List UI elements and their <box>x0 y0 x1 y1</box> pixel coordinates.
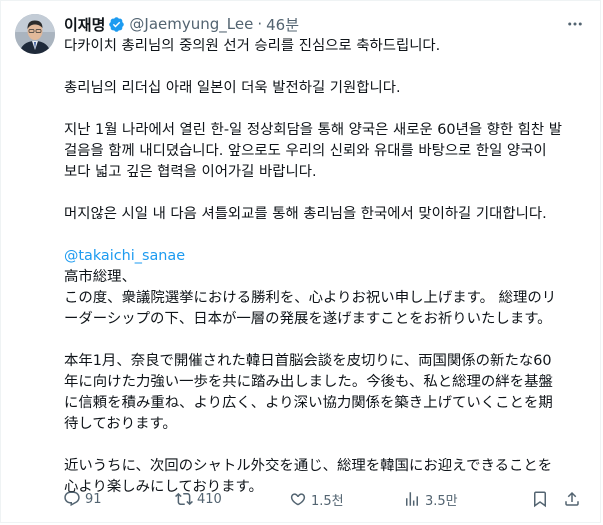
ko-paragraph-2: 총리님의 리더십 아래 일본이 더욱 발전하길 기원합니다. <box>64 80 401 96</box>
avatar[interactable] <box>15 14 55 54</box>
ko-paragraph-4: 머지않은 시일 내 다음 셔틀외교를 통해 총리님을 한국에서 맞이하길 기대합… <box>64 206 547 222</box>
like-count: 1.5천 <box>311 493 344 509</box>
ko-paragraph-3: 지난 1월 나라에서 열린 한-일 정상회담을 통해 양국은 새로운 60년을 … <box>64 122 562 180</box>
action-bar: 91 410 1.5천 3.5만 <box>57 486 587 512</box>
repost-button[interactable]: 410 <box>175 486 222 512</box>
jp-greeting: 高市総理、 <box>64 269 136 285</box>
author-name[interactable]: 이재명 <box>64 14 105 35</box>
tweet-text: 다카이치 총리님의 중의원 선거 승리를 진심으로 축하드립니다. 총리님의 리… <box>64 36 564 498</box>
tweet-card: 이재명 @Jaemyung_Lee · 46분 다카이치 총리님의 중의원 선거… <box>0 0 601 523</box>
ko-paragraph-1: 다카이치 총리님의 중의원 선거 승리를 진심으로 축하드립니다. <box>64 38 441 54</box>
like-button[interactable]: 1.5천 <box>289 486 344 512</box>
bookmark-icon <box>531 490 549 508</box>
tweet-header: 이재명 @Jaemyung_Lee · 46분 <box>64 13 299 35</box>
reply-count: 91 <box>85 491 102 507</box>
repost-count: 410 <box>197 491 222 507</box>
bookmark-button[interactable] <box>531 486 549 512</box>
reply-icon <box>63 490 81 508</box>
timestamp[interactable]: 46분 <box>266 14 299 35</box>
separator-dot: · <box>257 15 263 33</box>
views-button[interactable]: 3.5만 <box>403 486 458 512</box>
views-count: 3.5만 <box>425 493 458 509</box>
avatar-image <box>15 14 55 54</box>
share-button[interactable] <box>563 486 581 512</box>
jp-paragraph-1: この度、衆議院選挙における勝利を、心よりお祝い申し上げます。 総理のリーダーシッ… <box>64 290 557 327</box>
author-handle[interactable]: @Jaemyung_Lee <box>129 15 253 33</box>
more-dots-icon[interactable] <box>564 13 586 35</box>
repost-icon <box>175 490 193 508</box>
heart-icon <box>289 490 307 508</box>
reply-button[interactable]: 91 <box>63 486 102 512</box>
mention-link[interactable]: @takaichi_sanae <box>64 246 564 267</box>
views-chart-icon <box>403 490 421 508</box>
share-icon <box>563 490 581 508</box>
jp-paragraph-2: 本年1月、奈良で開催された韓日首脳会談を皮切りに、両国関係の新たな60年に向けた… <box>64 353 553 432</box>
verified-badge-icon <box>108 16 125 33</box>
